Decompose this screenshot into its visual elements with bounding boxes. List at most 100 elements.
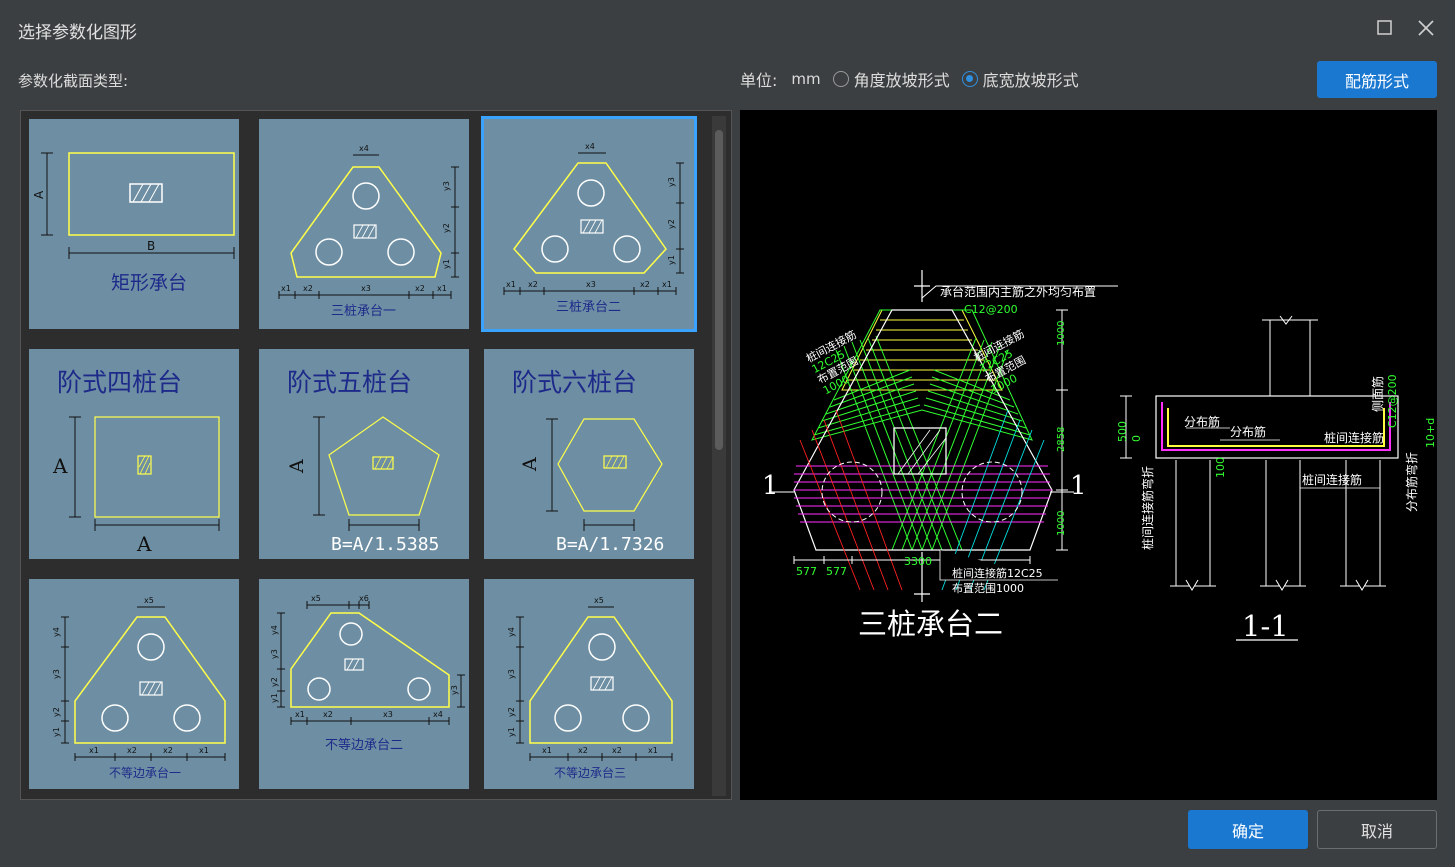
dim-a-label: A (32, 190, 46, 199)
svg-text:C12@200: C12@200 (1386, 374, 1399, 428)
svg-text:x1: x1 (295, 710, 305, 719)
svg-text:A: A (286, 459, 308, 474)
svg-text:A: A (519, 457, 541, 472)
tile-name: 三桩承台二 (556, 300, 621, 315)
svg-text:x6: x6 (359, 594, 369, 603)
rebar-form-button[interactable]: 配筋形式 (1317, 61, 1437, 98)
svg-text:x2: x2 (612, 746, 622, 755)
svg-text:y2: y2 (52, 707, 61, 717)
tile-six-pile-stepped-drawing: 阶式六桩台 A B=A/1.7326 (512, 368, 664, 555)
radio-circle[interactable] (961, 71, 978, 87)
svg-text:B=A/1.5385: B=A/1.5385 (331, 534, 439, 555)
svg-text:x3: x3 (383, 710, 393, 719)
tile-name: 不等边承台二 (325, 737, 403, 753)
svg-text:A: A (136, 532, 152, 556)
tile-five-pile-stepped[interactable]: 阶式五桩台 A B=A/1.5385 (259, 349, 469, 559)
svg-text:y3: y3 (442, 181, 451, 191)
tile-four-pile-stepped[interactable]: 阶式四桩台 A A (29, 349, 239, 559)
svg-text:A: A (52, 454, 68, 478)
radio-angle-slope[interactable]: 角度放坡形式 (832, 67, 950, 91)
section-type-label: 参数化截面类型: (18, 72, 129, 90)
unit-label: 单位: (740, 71, 778, 90)
tile-unequal-cap-3[interactable]: x5 y4 y3 y2 y1 x1 x2 x2 x1 不等边承台三 (484, 579, 694, 789)
svg-text:x2: x2 (415, 284, 425, 293)
plan-view: 1 1 1000 2858 1000 577 577 3300 承台范围内主筋之… (762, 270, 1118, 641)
tile-five-pile-stepped-drawing: 阶式五桩台 A B=A/1.5385 (286, 368, 440, 555)
svg-text:C12@200: C12@200 (964, 303, 1018, 316)
radio-bottom-width-slope[interactable]: 底宽放坡形式 (961, 67, 1079, 91)
svg-text:x5: x5 (594, 596, 604, 605)
svg-text:10+d: 10+d (1424, 418, 1437, 448)
cancel-button[interactable]: 取消 (1317, 810, 1437, 849)
svg-text:x3: x3 (361, 284, 371, 293)
svg-text:B=A/1.7326: B=A/1.7326 (556, 534, 664, 555)
tile-rect-cap[interactable]: A B 矩形承台 (29, 119, 239, 329)
svg-text:桩间连接筋: 桩间连接筋 (1302, 472, 1362, 487)
svg-text:1: 1 (762, 471, 779, 501)
svg-text:y4: y4 (52, 627, 61, 637)
tile-name: 不等边承台一 (109, 765, 181, 780)
unit-value: mm (791, 70, 821, 88)
svg-text:x2: x2 (303, 284, 313, 293)
svg-text:x2: x2 (127, 746, 137, 755)
svg-text:1000: 1000 (1056, 511, 1067, 536)
svg-text:x1: x1 (281, 284, 291, 293)
tile-six-pile-stepped[interactable]: 阶式六桩台 A B=A/1.7326 (484, 349, 694, 559)
svg-text:x5: x5 (144, 596, 154, 605)
tile-three-pile-1-drawing: x4 y3 y2 y1 x1 x2 x3 x2 x1 三桩承台一 (278, 144, 459, 319)
maximize-icon (1377, 20, 1392, 35)
svg-text:y4: y4 (507, 627, 516, 637)
tile-name: 阶式六桩台 (512, 368, 637, 397)
svg-text:布置范围1000: 布置范围1000 (952, 581, 1024, 595)
tile-name: 阶式五桩台 (287, 368, 412, 397)
svg-text:y3: y3 (270, 649, 279, 659)
tile-unequal-cap-1[interactable]: x5 y4 y3 y2 y1 x1 x2 x2 x1 不等边承台一 (29, 579, 239, 789)
svg-text:x3: x3 (586, 280, 596, 289)
preview-drawing: 1 1 1000 2858 1000 577 577 3300 承台范围内主筋之… (762, 270, 1437, 643)
svg-text:y3: y3 (52, 669, 61, 679)
svg-text:x2: x2 (640, 280, 650, 289)
svg-text:分布筋弯折: 分布筋弯折 (1404, 452, 1419, 512)
tile-three-pile-1[interactable]: x4 y3 y2 y1 x1 x2 x3 x2 x1 三桩承台一 (259, 119, 469, 329)
svg-text:1: 1 (1070, 471, 1087, 501)
svg-text:y1: y1 (442, 259, 451, 269)
svg-text:x2: x2 (323, 710, 333, 719)
svg-text:y1: y1 (270, 693, 279, 703)
svg-text:100: 100 (1214, 457, 1227, 478)
close-icon (1418, 20, 1434, 36)
svg-text:x2: x2 (163, 746, 173, 755)
tile-name: 三桩承台一 (331, 304, 396, 319)
svg-text:x4: x4 (585, 142, 595, 151)
svg-text:x4: x4 (433, 710, 443, 719)
svg-text:y1: y1 (667, 255, 676, 265)
tile-unequal-cap-2-drawing: x5 x6 y4 y3 y2 y1 y3 x1 x2 x3 x4 不等边承台二 (270, 594, 465, 753)
svg-text:y3: y3 (667, 177, 676, 187)
svg-text:侧面筋: 侧面筋 (1370, 376, 1385, 412)
ok-button[interactable]: 确定 (1188, 810, 1308, 849)
tile-unequal-cap-2[interactable]: x5 x6 y4 y3 y2 y1 y3 x1 x2 x3 x4 不等边承台二 (259, 579, 469, 789)
svg-text:承台范围内主筋之外均匀布置: 承台范围内主筋之外均匀布置 (940, 284, 1096, 299)
scrollbar-thumb[interactable] (715, 130, 723, 450)
svg-text:y2: y2 (507, 707, 516, 717)
tile-three-pile-2-drawing: x4 y3 y2 y1 x1 x2 x3 x2 x1 三桩承台二 (503, 142, 684, 315)
svg-text:x1: x1 (89, 746, 99, 755)
svg-text:x1: x1 (506, 280, 516, 289)
tile-unequal-cap-1-drawing: x5 y4 y3 y2 y1 x1 x2 x2 x1 不等边承台一 (52, 596, 226, 780)
maximize-button[interactable] (1374, 17, 1396, 39)
svg-text:x1: x1 (199, 746, 209, 755)
svg-text:桩间连接筋: 桩间连接筋 (1324, 430, 1384, 445)
section-view: 500 0 100 分布筋 分布筋 桩间连接筋 桩间连接筋 侧面筋 C12@20… (1116, 315, 1437, 643)
window-title: 选择参数化图形 (18, 23, 137, 43)
preview-panel: 1 1 1000 2858 1000 577 577 3300 承台范围内主筋之… (740, 110, 1437, 800)
svg-text:y1: y1 (52, 727, 61, 737)
gallery-scrollbar[interactable] (712, 116, 726, 796)
unit-row: 单位: mm 角度放坡形式 底宽放坡形式 (740, 66, 1091, 92)
radio-circle[interactable] (832, 71, 849, 87)
close-button[interactable] (1415, 17, 1437, 39)
svg-text:x1: x1 (662, 280, 672, 289)
tile-three-pile-2[interactable]: x4 y3 y2 y1 x1 x2 x3 x2 x1 三桩承台二 (481, 116, 697, 332)
svg-text:0: 0 (1130, 435, 1143, 442)
svg-text:3300: 3300 (904, 555, 932, 568)
title-bar: 选择参数化图形 (0, 0, 1455, 58)
svg-text:y1: y1 (507, 727, 516, 737)
